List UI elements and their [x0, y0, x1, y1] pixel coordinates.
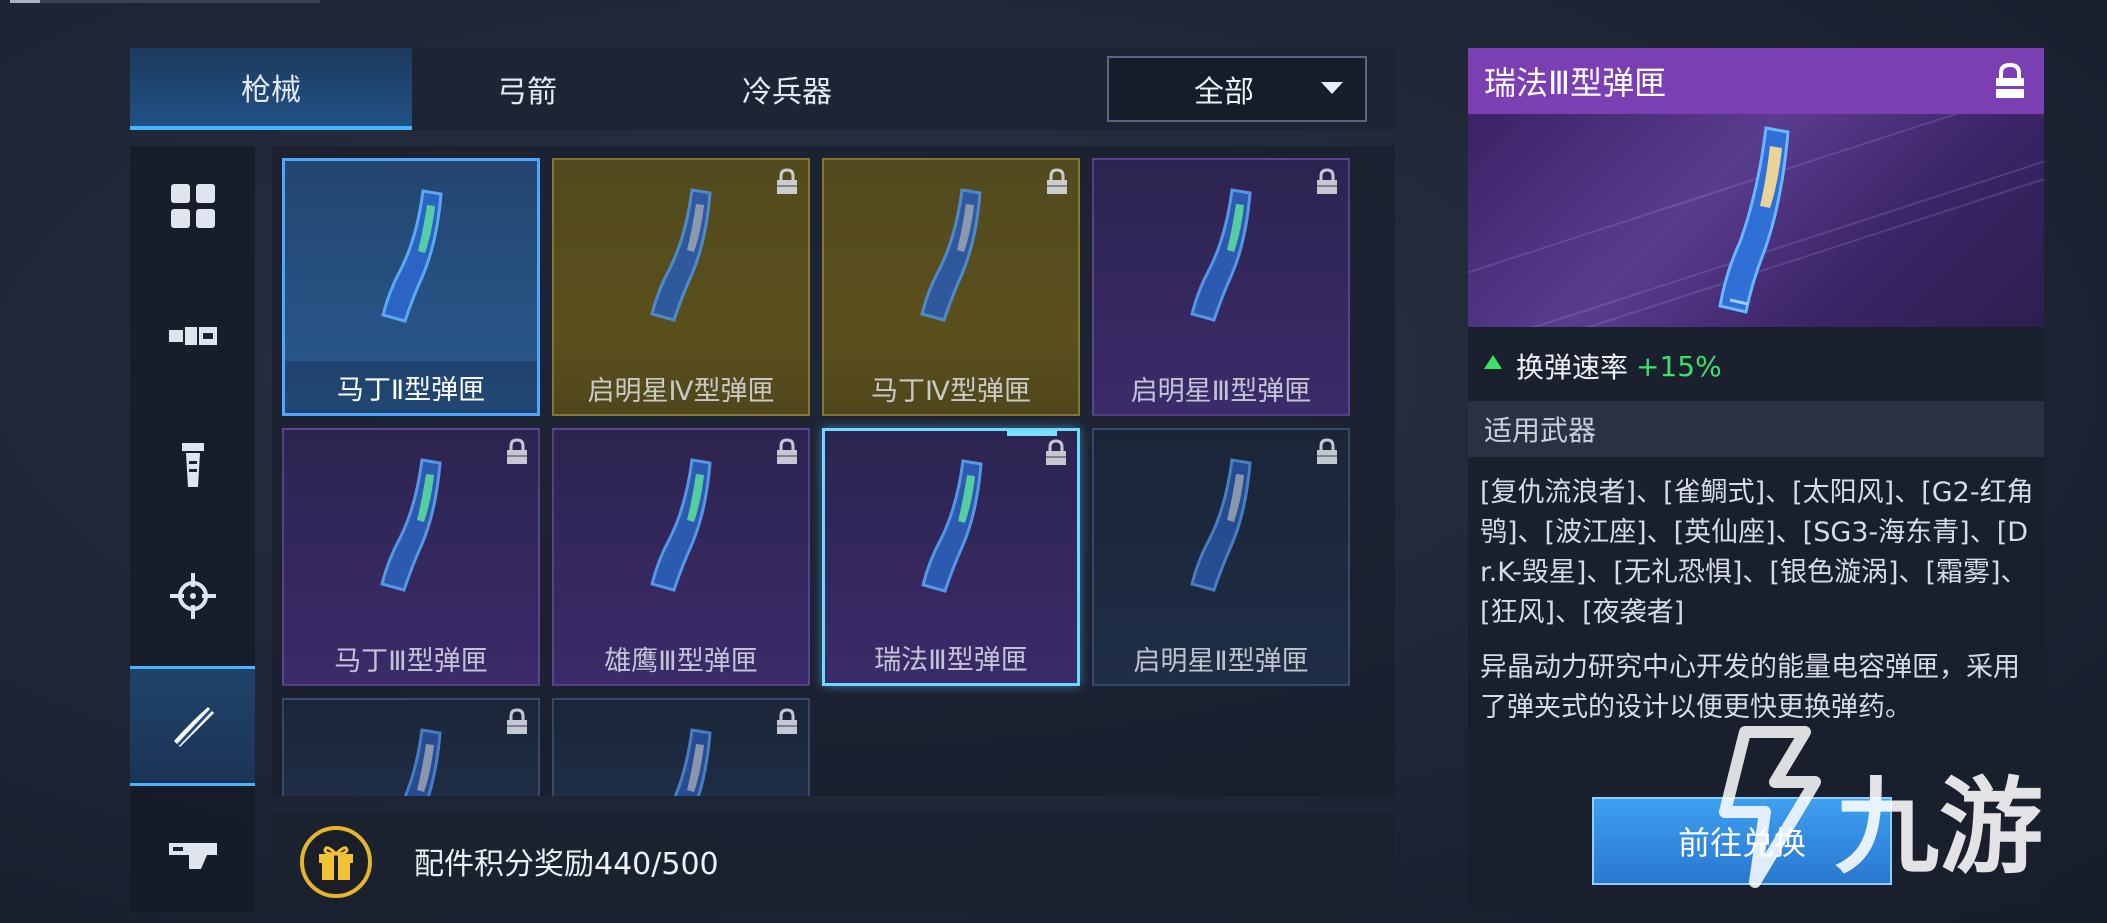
item-name [554, 744, 808, 796]
watermark-text: 九游 [1835, 766, 2044, 888]
magazine-icon [921, 459, 983, 593]
inventory-panel: 枪械 弓箭 冷兵器 全部 马丁Ⅱ型弹匣 启明星Ⅳ型弹匣 马丁Ⅳ型弹匣 启明星Ⅲ型… [130, 48, 1395, 913]
top-progress-track [10, 0, 320, 3]
item-name: 启明星Ⅱ型弹匣 [1133, 645, 1309, 677]
up-arrow-icon [1484, 355, 1502, 369]
item-name: 启明星Ⅳ型弹匣 [587, 375, 775, 407]
lock-icon [1043, 439, 1069, 471]
lock-icon [774, 708, 800, 740]
filter-dropdown[interactable]: 全部 [1107, 56, 1367, 122]
weapon-type-tabs: 枪械 弓箭 冷兵器 全部 [130, 48, 1395, 130]
item-name [284, 744, 538, 796]
grid-all-icon [170, 184, 215, 228]
stat-label: 换弹速率 [1516, 351, 1629, 384]
item-grid: 马丁Ⅱ型弹匣 启明星Ⅳ型弹匣 马丁Ⅳ型弹匣 启明星Ⅲ型弹匣马丁Ⅲ型弹匣 雄鹰Ⅲ型弹匣 瑞法… [272, 146, 1395, 796]
chevron-down-icon [1321, 82, 1343, 94]
item-card[interactable]: 马丁Ⅳ型弹匣 [822, 158, 1080, 416]
top-progress-hint [0, 0, 330, 6]
selection-marker [1007, 431, 1057, 436]
item-card[interactable]: 启明星Ⅳ型弹匣 [552, 158, 810, 416]
item-card[interactable]: 马丁Ⅱ型弹匣 [282, 158, 540, 416]
item-name: 瑞法Ⅲ型弹匣 [874, 644, 1028, 676]
grip-icon [181, 443, 204, 487]
lock-icon [774, 438, 800, 470]
attachment-category-sidebar [130, 146, 255, 913]
lock-icon [1992, 62, 2028, 104]
item-name: 雄鹰Ⅲ型弹匣 [604, 645, 758, 677]
item-card[interactable] [282, 698, 540, 796]
lock-icon [1044, 168, 1070, 200]
top-progress-fill [10, 0, 40, 3]
crosshair-scope-icon [169, 573, 216, 619]
detail-header: 瑞法Ⅲ型弹匣 [1468, 48, 2044, 114]
sidebar-item-scope[interactable] [130, 536, 255, 656]
tab-firearms[interactable]: 枪械 [130, 48, 412, 130]
item-card[interactable]: 雄鹰Ⅲ型弹匣 [552, 428, 810, 686]
stat-value: +15% [1636, 349, 1722, 383]
compatible-weapons-list: [复仇流浪者]、[雀鲷式]、[太阳风]、[G2-红角鸮]、[波江座]、[英仙座]… [1480, 477, 2034, 628]
magazine-icon [650, 188, 712, 322]
tab-bows[interactable]: 弓箭 [412, 48, 642, 130]
lock-icon [1314, 168, 1340, 200]
lock-icon [774, 168, 800, 200]
filter-selected-value: 全部 [1194, 75, 1254, 110]
item-card[interactable]: 瑞法Ⅲ型弹匣 [822, 428, 1080, 686]
item-card[interactable] [552, 698, 810, 796]
item-name: 马丁Ⅳ型弹匣 [871, 375, 1031, 407]
stat-row: 换弹速率 +15% [1468, 343, 2044, 389]
magazine-icon [650, 458, 712, 592]
lock-icon [504, 708, 530, 740]
magazine-icon [173, 707, 214, 747]
lock-icon [504, 438, 530, 470]
item-preview-image [1468, 114, 2044, 327]
watermark-logo: 九游 [1685, 712, 2065, 892]
muzzle-icon [168, 327, 217, 345]
tab-melee[interactable]: 冷兵器 [642, 48, 932, 130]
sidebar-item-stock[interactable] [130, 796, 255, 916]
item-name: 马丁Ⅲ型弹匣 [334, 645, 488, 677]
gift-icon [319, 846, 353, 880]
sidebar-item-grip[interactable] [130, 406, 255, 526]
item-card[interactable]: 启明星Ⅱ型弹匣 [1092, 428, 1350, 686]
magazine-icon [380, 458, 442, 592]
detail-title: 瑞法Ⅲ型弹匣 [1484, 64, 1667, 102]
item-card[interactable]: 马丁Ⅲ型弹匣 [282, 428, 540, 686]
sidebar-item-magazine[interactable] [130, 666, 255, 786]
item-card[interactable]: 启明星Ⅲ型弹匣 [1092, 158, 1350, 416]
sidebar-item-all[interactable] [130, 146, 255, 266]
magazine-preview-icon [1718, 126, 1790, 314]
magazine-icon [1190, 188, 1252, 322]
section-title: 适用武器 [1484, 414, 1597, 447]
item-name: 马丁Ⅱ型弹匣 [285, 361, 537, 413]
reward-progress-bar: 配件积分奖励440/500 [272, 813, 1395, 908]
magazine-icon [381, 189, 443, 323]
lock-icon [1314, 438, 1340, 470]
compatible-weapons-header: 适用武器 [1468, 401, 2044, 457]
gift-box-button[interactable] [300, 826, 372, 898]
stock-icon [168, 843, 217, 869]
magazine-icon [1190, 458, 1252, 592]
reward-progress-text: 配件积分奖励440/500 [414, 846, 719, 882]
sidebar-item-muzzle[interactable] [130, 276, 255, 396]
magazine-icon [920, 188, 982, 322]
item-name: 启明星Ⅲ型弹匣 [1130, 375, 1312, 407]
